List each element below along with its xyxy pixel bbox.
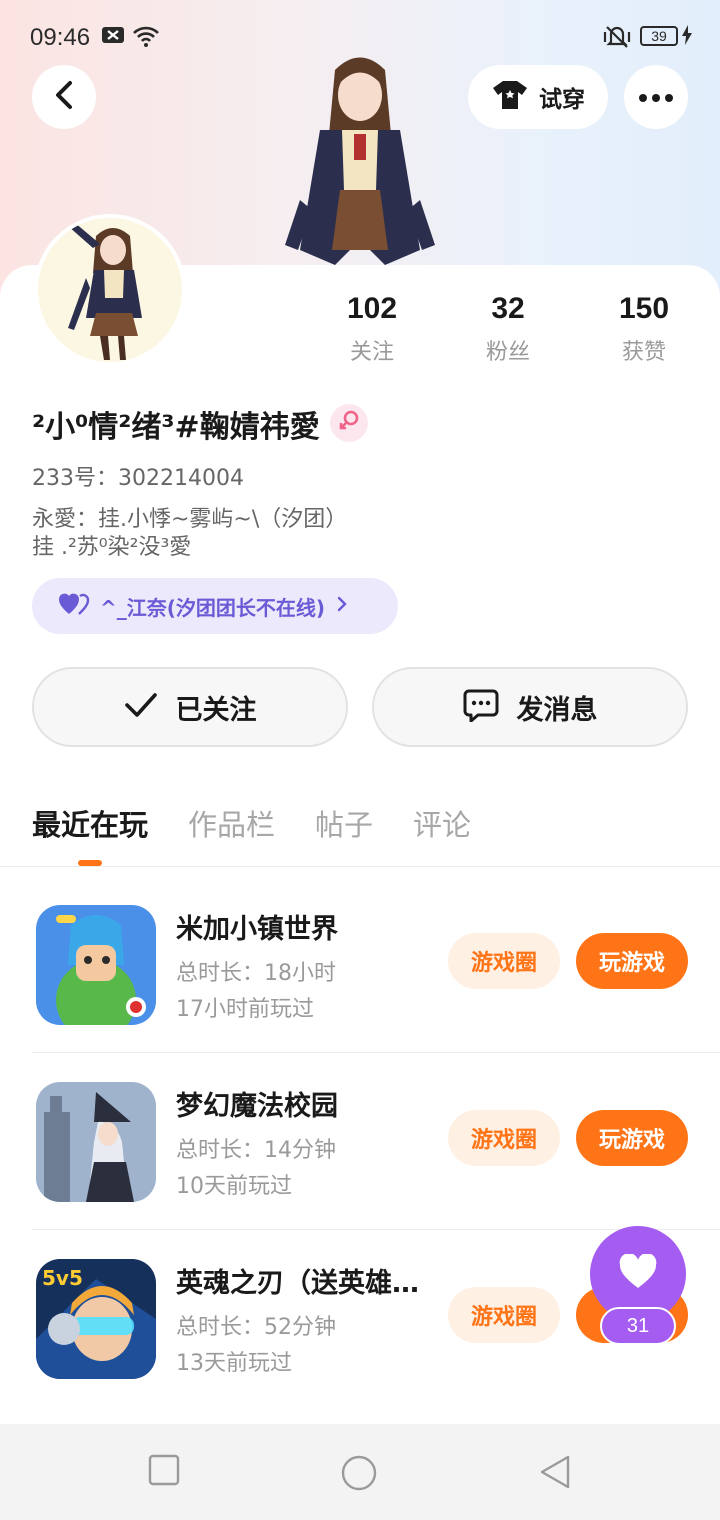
stat-value: 150 [618, 292, 670, 325]
list-item-game[interactable]: 米加小镇世界 总时长：18小时 17小时前玩过 游戏圈 玩游戏 [0, 877, 720, 1053]
home-button[interactable] [340, 1454, 378, 1496]
send-message-button[interactable]: 发消息 [372, 667, 688, 747]
avatar-model-image [280, 50, 440, 270]
battery-indicator: 39 [640, 26, 678, 46]
game-circle-button[interactable]: 游戏圈 [448, 1287, 560, 1343]
chevron-left-icon [53, 80, 75, 114]
gender-badge [330, 404, 368, 442]
stat-label: 获赞 [621, 340, 666, 365]
notification-icon [100, 24, 126, 52]
game-duration: 总时长：14分钟 [176, 1138, 336, 1163]
tab-works[interactable]: 作品栏 [188, 802, 275, 852]
tab-divider [0, 866, 720, 867]
stat-label: 粉丝 [485, 340, 530, 365]
stat-value: 32 [491, 292, 525, 325]
user-id: 233号：302214004 [32, 466, 244, 491]
recent-apps-button[interactable] [148, 1454, 180, 1490]
send-message-label: 发消息 [516, 694, 598, 726]
play-game-button[interactable]: 玩游戏 [576, 933, 688, 989]
game-circle-button[interactable]: 游戏圈 [448, 1110, 560, 1166]
play-game-button[interactable]: 玩游戏 [576, 1110, 688, 1166]
tab-recently-played[interactable]: 最近在玩 [32, 802, 148, 852]
game-title: 梦幻魔法校园 [176, 1091, 338, 1122]
system-nav-bar [0, 1424, 720, 1520]
like-count-badge: 31 [600, 1307, 676, 1345]
chat-bubble-icon [463, 688, 499, 726]
svg-text:5v5: 5v5 [42, 1266, 83, 1290]
more-options-button[interactable] [624, 65, 688, 129]
followed-button[interactable]: 已关注 [32, 667, 348, 747]
heart-icon [58, 592, 90, 620]
more-dots-icon [638, 88, 674, 107]
stat-likes[interactable]: 150 获赞 [584, 292, 704, 366]
game-icon-image: 5v5 [36, 1259, 156, 1379]
game-duration: 总时长：18小时 [176, 961, 336, 986]
game-icon-image [36, 1082, 156, 1202]
game-title: 英魂之刃（送英雄… [176, 1268, 419, 1299]
game-last-played: 10天前玩过 [176, 1174, 292, 1199]
status-time: 09:46 [30, 24, 91, 51]
back-nav-button[interactable] [538, 1454, 572, 1494]
game-circle-button[interactable]: 游戏圈 [448, 933, 560, 989]
profile-bio: 永愛：挂.小悸~雾屿~\（汐团） 挂 .²苏⁰染²没³愛 [32, 506, 347, 562]
back-button[interactable] [32, 65, 96, 129]
tab-posts[interactable]: 帖子 [315, 802, 373, 852]
club-link[interactable]: ^_江奈(汐团团长不在线) [32, 578, 398, 634]
followed-label: 已关注 [175, 694, 257, 726]
profile-tabs: 最近在玩 作品栏 帖子 评论 [32, 802, 471, 852]
charging-icon [681, 24, 693, 52]
bio-line: 挂 .²苏⁰染²没³愛 [32, 535, 192, 560]
game-icon-image [36, 905, 156, 1025]
profile-nickname: ²小⁰情²绪³#鞠婧祎愛 [32, 410, 320, 445]
divider [32, 1052, 720, 1053]
try-on-button[interactable]: 试穿 [468, 65, 608, 129]
game-duration: 总时长：52分钟 [176, 1315, 336, 1340]
vibrate-icon [602, 24, 632, 56]
club-label: ^_江奈(汐团团长不在线) [100, 595, 326, 620]
try-on-label: 试穿 [539, 87, 585, 113]
chevron-right-icon [335, 595, 349, 617]
heart-icon [618, 1253, 658, 1294]
list-item-game[interactable]: 梦幻魔法校园 总时长：14分钟 10天前玩过 游戏圈 玩游戏 [0, 1054, 720, 1230]
female-icon [338, 409, 360, 437]
stat-label: 关注 [349, 340, 394, 365]
wifi-icon [132, 24, 160, 54]
game-last-played: 17小时前玩过 [176, 997, 314, 1022]
stat-value: 102 [346, 292, 398, 325]
stat-following[interactable]: 102 关注 [312, 292, 432, 366]
check-icon [124, 692, 158, 722]
stat-followers[interactable]: 32 粉丝 [448, 292, 568, 366]
avatar[interactable] [34, 214, 186, 366]
game-title: 米加小镇世界 [176, 914, 338, 945]
tshirt-icon [491, 79, 529, 115]
bio-line: 永愛：挂.小悸~雾屿~\（汐团） [32, 507, 348, 532]
tab-comments[interactable]: 评论 [413, 802, 471, 852]
game-last-played: 13天前玩过 [176, 1351, 292, 1376]
